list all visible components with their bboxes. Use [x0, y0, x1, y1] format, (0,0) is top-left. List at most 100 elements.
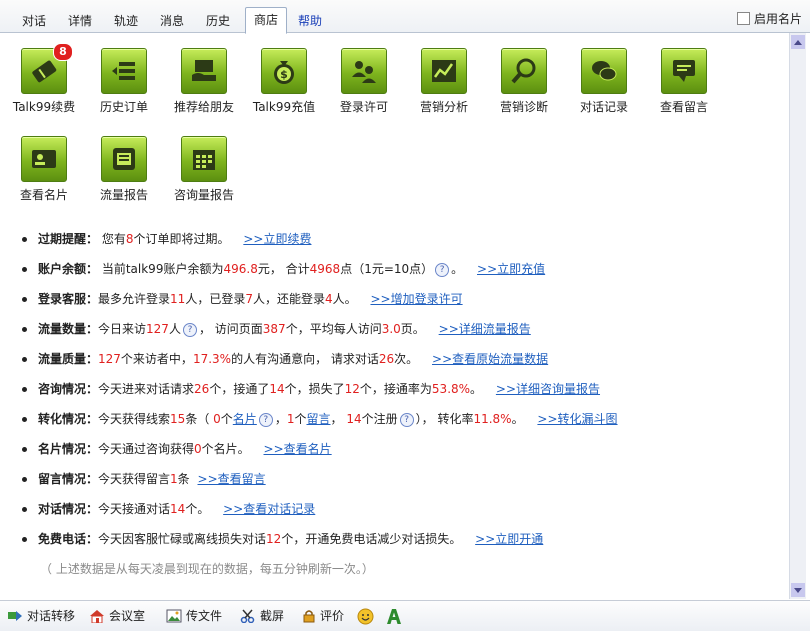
- consult-report-link[interactable]: >>详细咨询量报告: [496, 382, 600, 396]
- messages-link[interactable]: 留言: [306, 412, 330, 426]
- bullet: [22, 237, 27, 242]
- tile-login-license[interactable]: 登录许可: [324, 48, 404, 115]
- tile-marketing-analysis[interactable]: 营销分析: [404, 48, 484, 115]
- info-text: 。: [451, 262, 464, 276]
- info-text: 个注册: [361, 412, 398, 426]
- traffic-report-link[interactable]: >>详细流量报告: [439, 322, 531, 336]
- info-value: 11.8%: [473, 412, 512, 426]
- enable-namecard-toggle[interactable]: 启用名片: [736, 10, 802, 27]
- help-icon[interactable]: ?: [258, 412, 273, 427]
- info-title: 咨询情况：: [38, 382, 99, 396]
- tab-details[interactable]: 详情: [68, 11, 92, 31]
- help-icon[interactable]: ?: [182, 322, 197, 337]
- vertical-scrollbar[interactable]: [789, 33, 806, 599]
- view-namecards-link[interactable]: >>查看名片: [264, 442, 332, 456]
- info-title: 账户余额：: [38, 262, 99, 276]
- tile-login-license-label: 登录许可: [339, 100, 388, 114]
- scroll-up-button[interactable]: [791, 35, 805, 49]
- view-messages-link[interactable]: >>查看留言: [198, 472, 266, 486]
- calendar-icon: [181, 136, 227, 182]
- info-text: ）， 转化率: [415, 412, 474, 426]
- help-icon[interactable]: ?: [399, 412, 414, 427]
- arrow-up-icon: [794, 39, 802, 45]
- smiley-icon: [357, 608, 374, 624]
- image-file-icon: [166, 609, 182, 623]
- tile-order-history[interactable]: 历史订单: [84, 48, 164, 115]
- chat-bubbles-icon: [581, 48, 627, 94]
- arrow-down-icon: [794, 587, 802, 593]
- info-text: 人，还能登录: [252, 292, 325, 306]
- help-icon[interactable]: ?: [435, 262, 450, 277]
- send-file-button[interactable]: 传文件: [166, 607, 222, 625]
- namecards-link[interactable]: 名片: [233, 412, 257, 426]
- info-text: 个名片。: [201, 442, 250, 456]
- info-value: 53.8%: [431, 382, 471, 396]
- tile-recommend[interactable]: 推荐给朋友: [164, 48, 244, 115]
- info-value: 3.0: [381, 322, 401, 336]
- info-text: 的人有沟通意向， 请求对话: [231, 352, 379, 366]
- bullet: [22, 297, 27, 302]
- tab-help[interactable]: 帮助: [298, 11, 322, 31]
- conversion-funnel-link[interactable]: >>转化漏斗图: [537, 412, 617, 426]
- transfer-icon: [8, 611, 22, 621]
- rating-button[interactable]: 评价: [302, 607, 344, 625]
- info-title: 留言情况：: [38, 472, 99, 486]
- rating-label: 评价: [320, 609, 345, 623]
- tab-track[interactable]: 轨迹: [114, 11, 138, 31]
- tab-messages[interactable]: 消息: [160, 11, 184, 31]
- tab-store[interactable]: 商店: [245, 7, 287, 34]
- info-title: 过期提醒：: [38, 232, 99, 246]
- tile-traffic-report[interactable]: 流量报告: [84, 136, 164, 203]
- tile-consult-report[interactable]: 咨询量报告: [164, 136, 244, 203]
- tile-recharge-label: Talk99充值: [252, 100, 316, 114]
- add-login-license-link[interactable]: >>增加登录许可: [370, 292, 462, 306]
- house-icon: [90, 610, 104, 623]
- info-value: 1: [170, 472, 178, 486]
- info-text: 个，开通免费电话减少对话损失。: [281, 532, 462, 546]
- order-list-icon: [101, 48, 147, 94]
- info-text: 个，平均每人访问: [285, 322, 382, 336]
- scroll-down-button[interactable]: [791, 583, 805, 597]
- view-chat-records-link[interactable]: >>查看对话记录: [223, 502, 315, 516]
- recharge-now-link[interactable]: >>立即充值: [477, 262, 545, 276]
- info-value: 0: [213, 412, 221, 426]
- tile-renew[interactable]: 8 Talk99续费: [4, 43, 84, 115]
- raw-traffic-data-link[interactable]: >>查看原始流量数据: [432, 352, 548, 366]
- info-title: 对话情况：: [38, 502, 99, 516]
- info-text: 。: [470, 382, 483, 396]
- tile-chat-records-label: 对话记录: [579, 100, 628, 114]
- tile-consult-report-label: 咨询量报告: [173, 188, 234, 202]
- tab-history[interactable]: 历史: [206, 11, 230, 31]
- bottom-toolbar: 对话转移 会议室 传文件 截屏 评价: [0, 600, 810, 631]
- info-text: 当前talk99账户余额为: [101, 262, 224, 276]
- info-value: 496.8: [223, 262, 258, 276]
- info-text: 个，接通了: [209, 382, 270, 396]
- enable-namecard-checkbox[interactable]: [736, 12, 750, 25]
- tile-marketing-diagnosis[interactable]: 营销诊断: [484, 48, 564, 115]
- tile-view-namecards[interactable]: 查看名片: [4, 136, 84, 203]
- info-value: 8: [125, 232, 134, 246]
- send-file-label: 传文件: [186, 609, 223, 623]
- rating-lock-icon: [303, 610, 315, 623]
- info-value: 11: [170, 292, 186, 306]
- tile-chat-records[interactable]: 对话记录: [564, 48, 644, 115]
- emoji-button[interactable]: [357, 607, 374, 625]
- tab-chat[interactable]: 对话: [22, 11, 46, 31]
- enable-free-phone-link[interactable]: >>立即开通: [475, 532, 543, 546]
- info-text: 人，已登录: [185, 292, 246, 306]
- tile-view-messages[interactable]: 查看留言: [644, 48, 724, 115]
- meeting-room-button[interactable]: 会议室: [89, 607, 145, 625]
- info-text: 个: [294, 412, 307, 426]
- info-text: 人。: [332, 292, 357, 306]
- meeting-room-label: 会议室: [109, 609, 146, 623]
- font-button[interactable]: [386, 607, 402, 625]
- bullet: [22, 477, 27, 482]
- tile-recharge[interactable]: $ Talk99充值: [244, 48, 324, 115]
- money-bag-icon: $: [261, 48, 307, 94]
- transfer-chat-button[interactable]: 对话转移: [7, 607, 75, 625]
- renew-now-link[interactable]: >>立即续费: [243, 232, 311, 246]
- magnifier-icon: [501, 48, 547, 94]
- info-value: 387: [262, 322, 286, 336]
- info-text: 个，接通率为: [359, 382, 432, 396]
- screenshot-button[interactable]: 截屏: [240, 607, 284, 625]
